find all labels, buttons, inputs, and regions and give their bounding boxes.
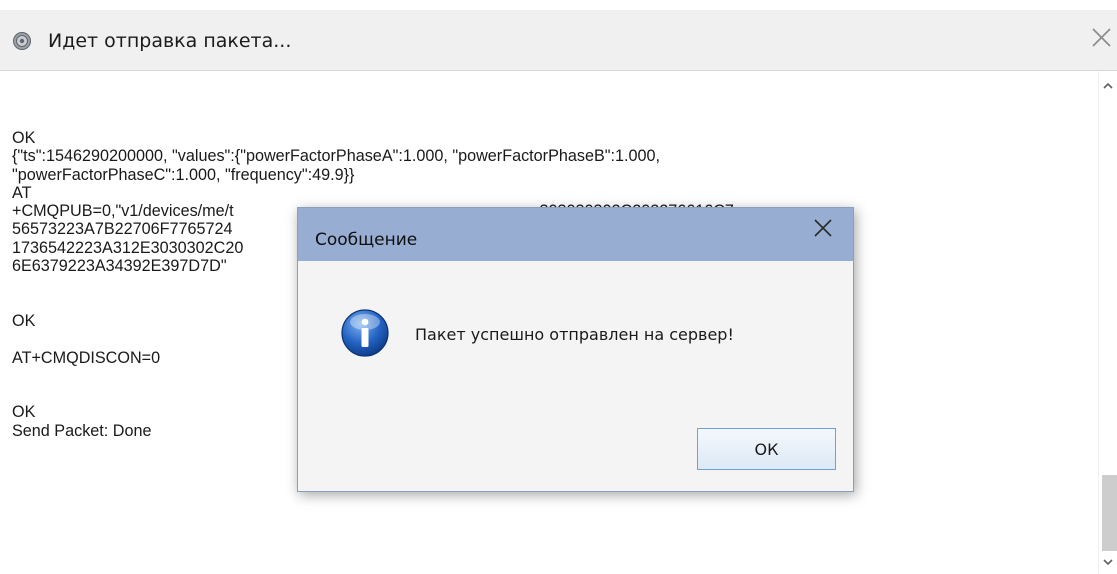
dialog-titlebar: Сообщение: [298, 208, 853, 261]
message-dialog: Сообщение Пакет успешно отправлен на сер…: [297, 207, 854, 492]
ok-button[interactable]: ОК: [697, 428, 836, 470]
log-line: {"ts":1546290200000, "values":{"powerFac…: [12, 147, 661, 166]
vertical-scrollbar[interactable]: [1098, 71, 1117, 574]
close-icon[interactable]: [1084, 20, 1117, 54]
scroll-down-icon[interactable]: [1101, 555, 1115, 569]
scrollbar-thumb[interactable]: [1102, 475, 1117, 551]
dialog-title: Сообщение: [315, 230, 418, 250]
window-title: Идет отправка пакета...: [48, 30, 292, 52]
dialog-close-icon[interactable]: [809, 214, 837, 242]
log-line: "powerFactorPhaseC":1.000, "frequency":4…: [12, 165, 355, 184]
info-icon: [341, 309, 389, 357]
gear-app-icon: [13, 32, 31, 50]
window-titlebar: Идет отправка пакета...: [0, 10, 1117, 71]
log-line: OK: [12, 129, 36, 147]
scroll-up-icon[interactable]: [1101, 79, 1115, 93]
log-line: AT: [12, 183, 32, 202]
dialog-message: Пакет успешно отправлен на сервер!: [415, 325, 734, 344]
